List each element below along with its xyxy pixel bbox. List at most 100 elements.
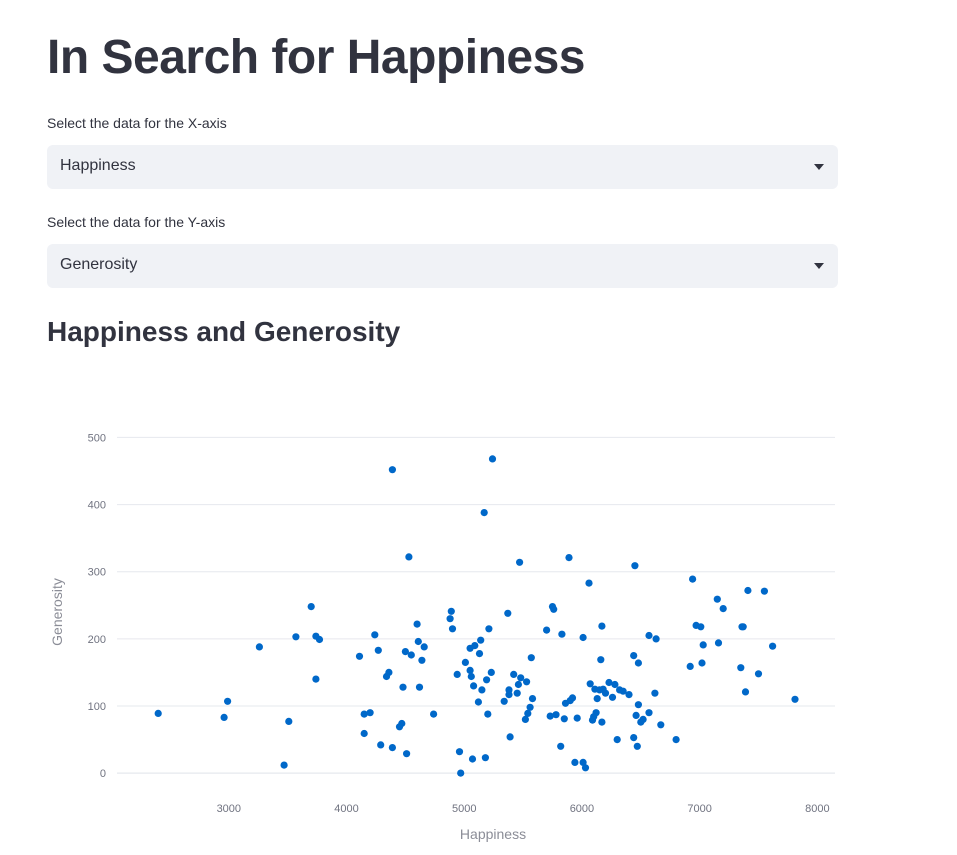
- scatter-point: [744, 586, 752, 595]
- scatter-point: [480, 508, 488, 517]
- scatter-point: [447, 607, 455, 615]
- scatter-point: [255, 643, 263, 651]
- scatter-point: [504, 609, 512, 617]
- scatter-point: [719, 605, 727, 613]
- scatter-point: [415, 683, 424, 691]
- scatter-point: [571, 758, 579, 767]
- scatter-point: [552, 711, 560, 719]
- scatter-point: [630, 652, 638, 660]
- scatter-point: [791, 695, 799, 703]
- scatter-point: [697, 623, 705, 631]
- scatter-point: [526, 703, 534, 711]
- scatter-point: [516, 558, 524, 566]
- scatter-point: [224, 697, 232, 705]
- scatter-point: [769, 642, 777, 650]
- scatter-point: [292, 633, 300, 641]
- scatter-point: [453, 670, 461, 679]
- scatter-point: [414, 637, 422, 646]
- scatter-point: [754, 670, 763, 678]
- scatter-point: [558, 630, 566, 638]
- scatter-point: [388, 744, 396, 752]
- scatter-point: [634, 659, 643, 667]
- scatter-point: [514, 680, 523, 689]
- y-tick-label: 0: [100, 768, 106, 780]
- scatter-point: [418, 656, 426, 664]
- scatter-point: [448, 625, 457, 633]
- y-tick-label: 300: [88, 567, 106, 579]
- scatter-point: [403, 750, 411, 758]
- scatter-point: [597, 656, 605, 664]
- scatter-point: [475, 650, 484, 658]
- x-tick-label: 7000: [687, 803, 711, 815]
- scatter-point: [550, 605, 558, 613]
- scatter-point: [613, 736, 621, 744]
- scatter-point: [457, 769, 465, 777]
- scatter-point: [630, 734, 638, 742]
- x-tick-label: 4000: [334, 803, 358, 815]
- scatter-point: [699, 641, 707, 649]
- scatter-point: [377, 741, 385, 749]
- scatter-point: [154, 709, 162, 718]
- scatter-point: [461, 658, 469, 667]
- scatter-point: [598, 622, 606, 630]
- scatter-point: [510, 670, 518, 679]
- scatter-point: [517, 674, 525, 682]
- scatter-point: [280, 761, 288, 769]
- scatter-point: [527, 654, 535, 662]
- x-tick-label: 6000: [570, 803, 594, 815]
- scatter-point: [586, 680, 594, 688]
- scatter-point: [388, 466, 396, 474]
- scatter-point: [652, 635, 660, 643]
- scatter-point: [557, 742, 565, 750]
- scatter-point: [477, 636, 485, 644]
- scatter-point: [307, 603, 315, 611]
- scatter-point: [488, 455, 497, 463]
- scatter-point: [466, 666, 474, 675]
- scatter-point: [645, 709, 653, 717]
- scatter-point: [481, 754, 489, 762]
- scatter-point: [484, 710, 492, 718]
- scatter-point: [686, 662, 694, 671]
- scatter-point: [657, 721, 665, 729]
- y-tick-label: 400: [88, 500, 106, 512]
- scatter-point: [430, 710, 438, 718]
- scatter-point: [407, 651, 415, 659]
- scatter-point: [573, 714, 581, 722]
- y-axis-title: Generosity: [49, 578, 65, 646]
- scatter-point: [371, 631, 379, 639]
- scatter-point: [639, 715, 647, 724]
- scatter-point: [672, 736, 680, 744]
- x-axis-title: Happiness: [460, 826, 526, 842]
- scatter-point: [598, 718, 606, 726]
- scatter-point: [632, 711, 640, 720]
- scatter-point: [714, 639, 723, 647]
- scatter-point: [608, 693, 617, 701]
- y-tick-label: 500: [88, 432, 106, 444]
- scatter-point: [593, 695, 601, 703]
- scatter-point: [474, 698, 482, 706]
- scatter-point: [471, 642, 479, 650]
- scatter-point: [220, 713, 228, 722]
- scatter-point: [470, 682, 478, 690]
- scatter-point: [625, 691, 633, 699]
- scatter-point: [483, 676, 491, 684]
- scatter-point: [631, 562, 639, 570]
- scatter-point: [698, 659, 706, 667]
- scatter-point: [737, 664, 745, 672]
- scatter-point: [645, 631, 653, 640]
- scatter-point: [560, 715, 568, 723]
- scatter-point: [513, 689, 521, 697]
- scatter-point: [405, 553, 413, 561]
- scatter-point: [478, 686, 486, 694]
- y-tick-label: 200: [88, 634, 106, 646]
- x-tick-label: 3000: [217, 803, 241, 815]
- scatter-chart: 0 100 200 300 400 500 3000 4000 5000 6000 7000 8000…: [49, 432, 835, 842]
- scatter-point: [523, 678, 531, 686]
- scatter-point: [374, 646, 382, 654]
- x-tick-label: 5000: [452, 803, 476, 815]
- scatter-point: [611, 680, 619, 689]
- scatter-point: [487, 668, 495, 677]
- scatter-point: [355, 652, 364, 660]
- scatter-point: [634, 701, 643, 709]
- scatter-point: [398, 719, 406, 728]
